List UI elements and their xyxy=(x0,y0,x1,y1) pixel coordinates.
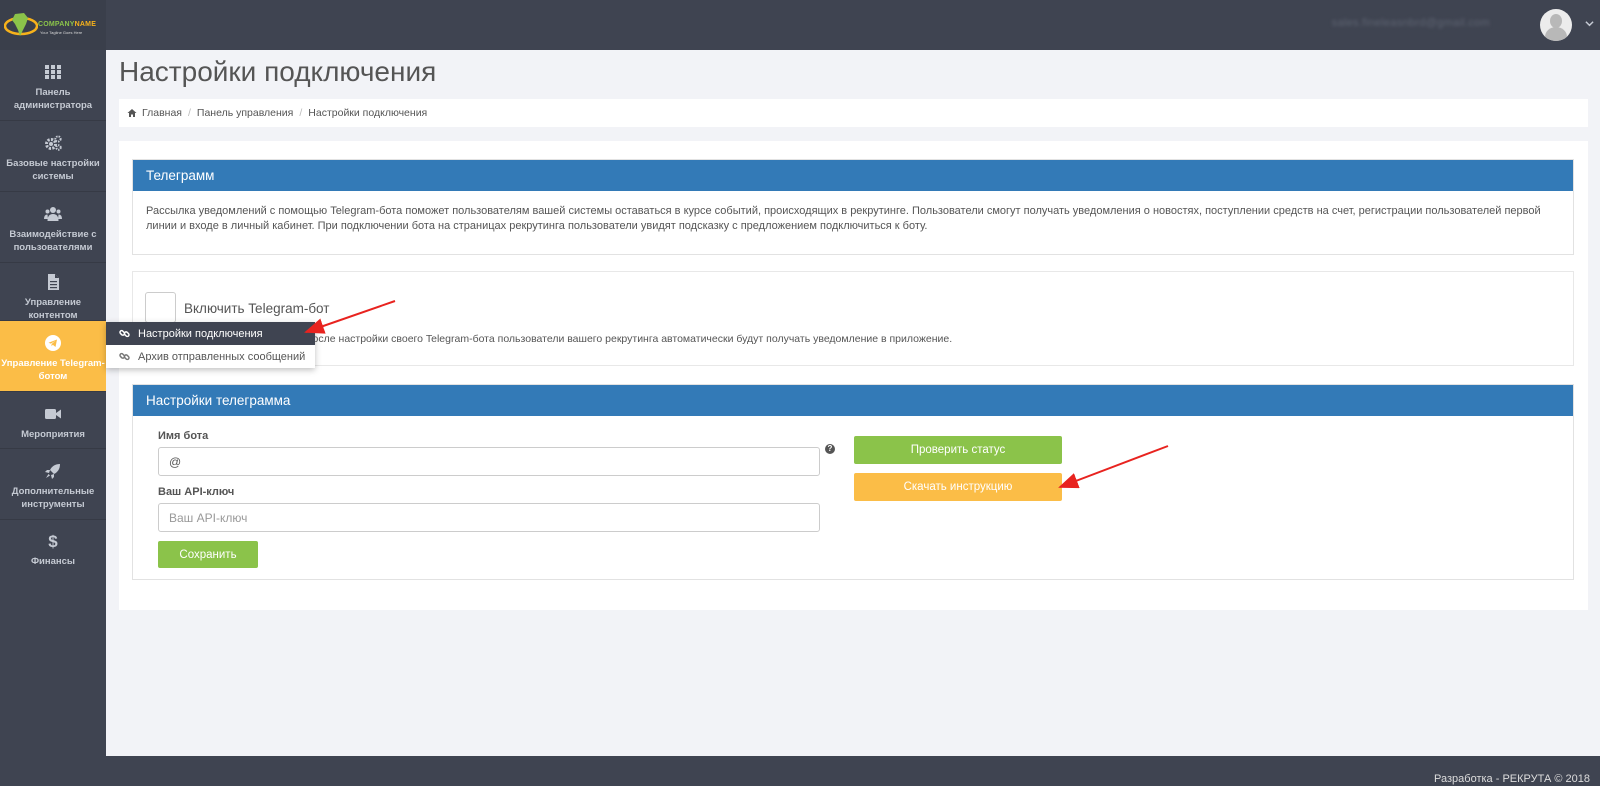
page-title: Настройки подключения xyxy=(119,56,437,87)
submenu-item-label: Архив отправленных сообщений xyxy=(138,350,306,363)
download-instructions-button[interactable]: Скачать инструкцию xyxy=(854,473,1062,501)
breadcrumb-current: Настройки подключения xyxy=(308,107,428,119)
sidebar-item-extra-tools[interactable]: Дополнительные инструменты xyxy=(0,449,106,520)
sidebar-item-user-interaction[interactable]: Взаимодействие с пользователями xyxy=(0,192,106,263)
check-status-button[interactable]: Проверить статус xyxy=(854,436,1062,464)
breadcrumb-separator: / xyxy=(299,107,303,119)
user-email: sales.fineleasnbrd@gmail.com xyxy=(1331,17,1490,29)
sidebar-item-label: Управление Telegram-ботом xyxy=(1,358,105,382)
video-camera-icon xyxy=(45,409,61,419)
enable-bot-hint: После настройки своего Telegram-бота пол… xyxy=(305,333,953,345)
sidebar-item-label: Базовые настройки системы xyxy=(6,158,100,182)
enable-bot-panel: Включить Telegram-бот После настройки св… xyxy=(132,271,1574,366)
sidebar-item-events[interactable]: Мероприятия xyxy=(0,392,106,449)
save-button[interactable]: Сохранить xyxy=(158,541,258,568)
telegram-submenu: Настройки подключения Архив отправленных… xyxy=(106,322,315,368)
sidebar-item-label: Дополнительные инструменты xyxy=(11,486,95,510)
dollar-icon: $ xyxy=(48,532,58,550)
telegram-settings-panel: Настройки телеграмма Имя бота ? Ваш API-… xyxy=(132,384,1574,580)
submenu-item-label: Настройки подключения xyxy=(138,327,263,340)
panel-title: Телеграмм xyxy=(133,160,1573,191)
link-icon xyxy=(119,329,130,338)
chevron-down-icon[interactable] xyxy=(1585,19,1594,28)
sidebar-item-telegram-bot[interactable]: Управление Telegram-ботом xyxy=(0,321,106,392)
telegram-description: Рассылка уведомлений с помощью Telegram-… xyxy=(146,205,1541,232)
svg-text:$: $ xyxy=(48,532,58,550)
api-key-input[interactable] xyxy=(158,503,820,532)
submenu-item-message-archive[interactable]: Архив отправленных сообщений xyxy=(106,345,315,368)
footer-copyright: Разработка - РЕКРУТА © 2018 xyxy=(1434,773,1590,785)
logo-text: COMPANYNAME xyxy=(38,21,97,28)
enable-bot-checkbox[interactable] xyxy=(145,292,176,323)
grid-icon xyxy=(45,65,61,79)
sidebar-item-label: Финансы xyxy=(30,556,76,567)
breadcrumb: Главная / Панель управления / Настройки … xyxy=(119,99,1588,127)
sidebar-item-content[interactable]: Управление контентом xyxy=(0,263,106,321)
link-icon xyxy=(119,352,130,361)
submenu-item-connection-settings[interactable]: Настройки подключения xyxy=(106,322,315,345)
help-icon[interactable]: ? xyxy=(825,444,835,454)
breadcrumb-home[interactable]: Главная xyxy=(142,107,182,119)
telegram-info-panel: Телеграмм Рассылка уведомлений с помощью… xyxy=(132,159,1574,255)
sidebar-item-label: Взаимодействие с пользователями xyxy=(9,229,97,253)
user-avatar[interactable] xyxy=(1540,9,1572,41)
users-icon xyxy=(44,207,62,221)
gears-icon xyxy=(45,135,62,151)
file-icon xyxy=(48,274,59,290)
enable-bot-label: Включить Telegram-бот xyxy=(184,301,330,316)
sidebar-item-label: Мероприятия xyxy=(21,429,85,440)
breadcrumb-separator: / xyxy=(187,107,191,119)
company-logo[interactable]: COMPANYNAME Your Tagline Goes Here xyxy=(0,0,106,50)
breadcrumb-control-panel[interactable]: Панель управления xyxy=(197,107,293,119)
footer: Разработка - РЕКРУТА © 2018 xyxy=(0,756,1600,786)
sidebar-item-label: Управление контентом xyxy=(24,297,82,321)
bot-name-input[interactable] xyxy=(158,447,820,476)
sidebar-item-finance[interactable]: $ Финансы xyxy=(0,520,106,577)
sidebar-item-admin-panel[interactable]: Панель администратора xyxy=(0,50,106,121)
api-key-label: Ваш API-ключ xyxy=(158,486,235,498)
top-bar: COMPANYNAME Your Tagline Goes Here sales… xyxy=(0,0,1600,50)
sidebar-item-base-settings[interactable]: Базовые настройки системы xyxy=(0,121,106,192)
sidebar-item-label: Панель администратора xyxy=(13,87,93,111)
logo-tagline: Your Tagline Goes Here xyxy=(40,30,83,35)
sidebar: Панель администратора Базовые настройки … xyxy=(0,50,106,756)
rocket-icon xyxy=(45,464,60,479)
home-icon xyxy=(127,109,137,117)
logo-globe-icon xyxy=(4,13,38,36)
panel-title: Настройки телеграмма xyxy=(133,385,1573,416)
bot-name-label: Имя бота xyxy=(158,430,209,442)
telegram-icon xyxy=(45,335,61,351)
